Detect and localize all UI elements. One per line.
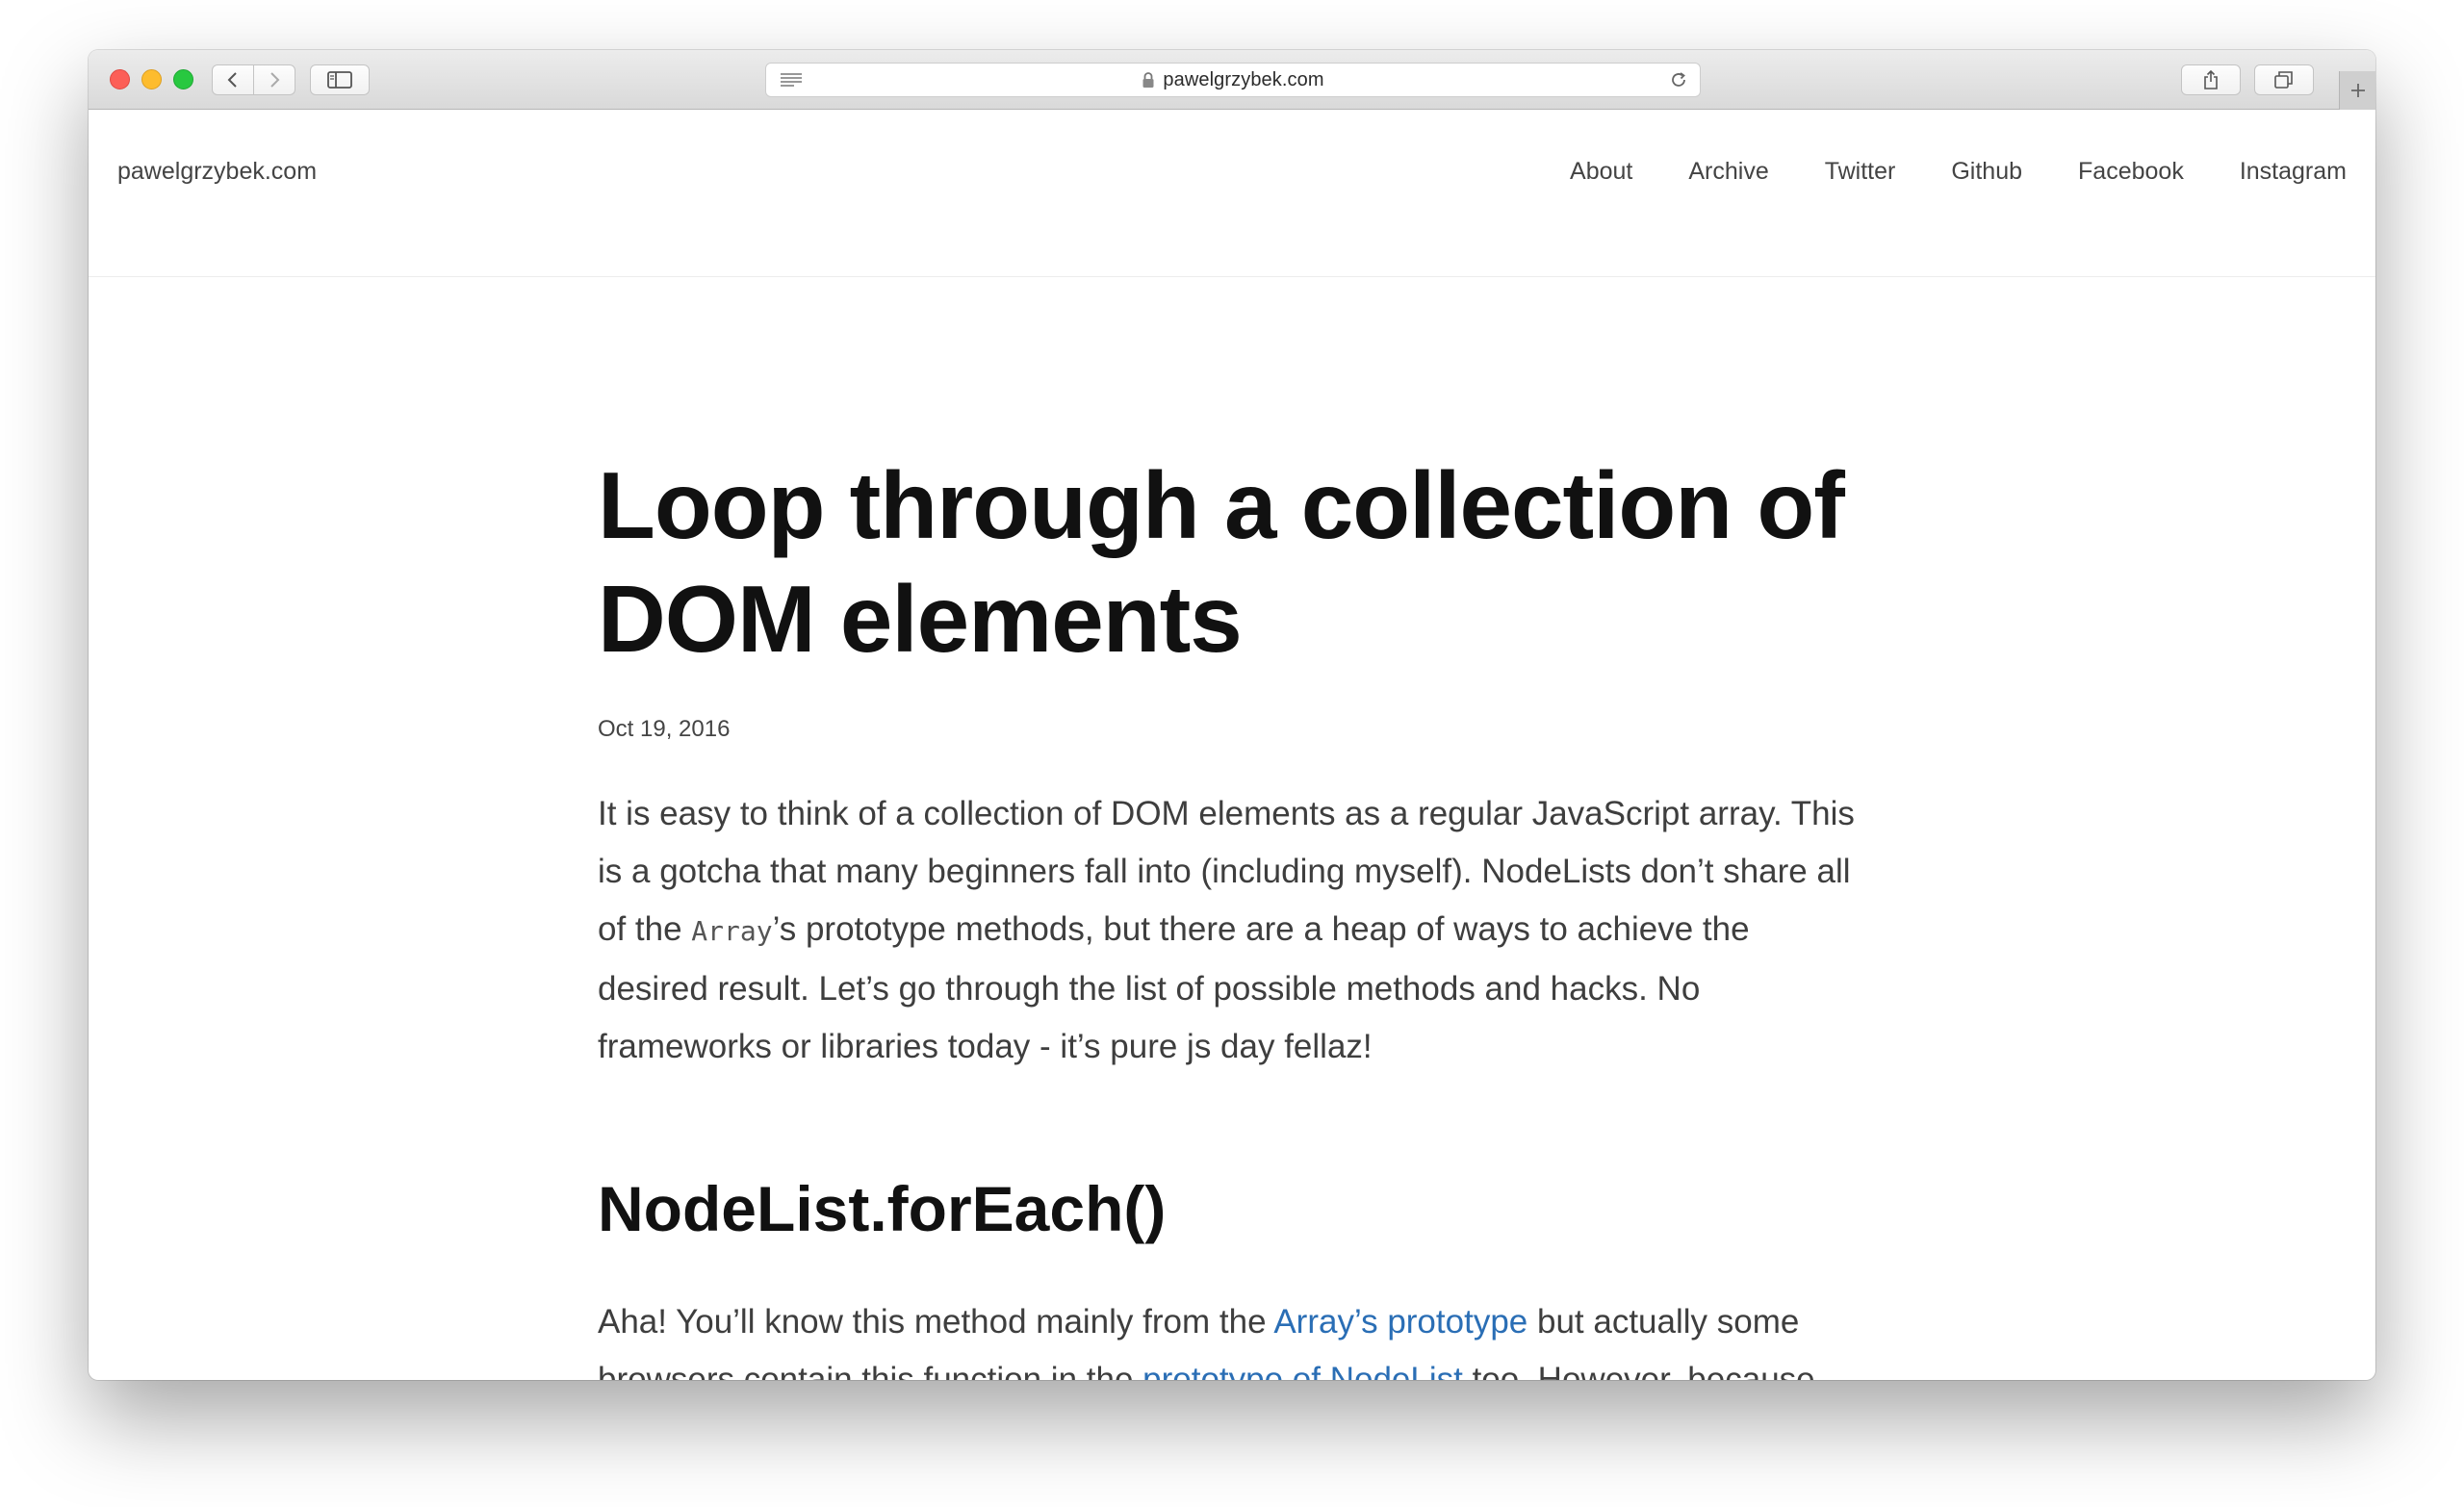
para-text-3: too. However, because xyxy=(1462,1361,1815,1380)
sidebar-toggle-button[interactable] xyxy=(310,64,370,95)
array-prototype-link[interactable]: Array’s prototype xyxy=(1273,1303,1527,1341)
post-title: Loop through a collection of DOM element… xyxy=(598,452,1845,672)
url-text: pawelgrzybek.com xyxy=(1163,68,1324,90)
nav-link-about[interactable]: About xyxy=(1570,158,1632,186)
body-paragraph: Aha! You’ll know this method mainly from… xyxy=(598,1293,1868,1380)
url-display: pawelgrzybek.com xyxy=(766,64,1700,96)
post-article: Loop through a collection of DOM element… xyxy=(598,277,1868,1380)
inline-code-array: Array xyxy=(691,915,773,947)
nav-link-twitter[interactable]: Twitter xyxy=(1825,158,1896,186)
site-title-link[interactable]: pawelgrzybek.com xyxy=(117,158,317,186)
post-date: Oct 19, 2016 xyxy=(598,716,731,742)
close-button[interactable] xyxy=(110,69,130,89)
plus-icon xyxy=(2350,84,2365,97)
lock-icon xyxy=(1142,72,1154,88)
nav-link-github[interactable]: Github xyxy=(1951,158,2022,186)
tabs-overview-button[interactable] xyxy=(2254,64,2314,95)
chevron-left-icon xyxy=(227,72,237,88)
tabs-icon xyxy=(2274,71,2293,89)
intro-paragraph: It is easy to think of a collection of D… xyxy=(598,785,1868,1076)
new-tab-button[interactable] xyxy=(2339,71,2375,110)
forward-button[interactable] xyxy=(253,64,295,95)
nav-link-facebook[interactable]: Facebook xyxy=(2078,158,2184,186)
zoom-button[interactable] xyxy=(173,69,193,89)
share-icon xyxy=(2204,69,2218,89)
minimize-button[interactable] xyxy=(141,69,162,89)
nav-link-instagram[interactable]: Instagram xyxy=(2240,158,2347,186)
post-body: It is easy to think of a collection of D… xyxy=(598,785,1868,1380)
site-header: pawelgrzybek.com About Archive Twitter G… xyxy=(89,110,2375,277)
nav-link-archive[interactable]: Archive xyxy=(1688,158,1768,186)
back-button[interactable] xyxy=(212,64,254,95)
para-text-1: Aha! You’ll know this method mainly from… xyxy=(598,1303,1274,1341)
nodelist-prototype-link[interactable]: prototype of NodeList xyxy=(1142,1361,1463,1380)
section-heading: NodeList.forEach() xyxy=(598,1173,1167,1244)
browser-toolbar: pawelgrzybek.com xyxy=(89,50,2375,110)
sidebar-icon xyxy=(327,71,352,89)
chevron-right-icon xyxy=(270,72,280,88)
browser-window: pawelgrzybek.com pawelgrzybek.com About … xyxy=(89,50,2375,1380)
site-nav: About Archive Twitter Github Facebook In… xyxy=(1570,158,2347,186)
reload-icon[interactable] xyxy=(1669,70,1688,89)
share-button[interactable] xyxy=(2181,64,2241,95)
address-bar[interactable]: pawelgrzybek.com xyxy=(765,63,1701,97)
